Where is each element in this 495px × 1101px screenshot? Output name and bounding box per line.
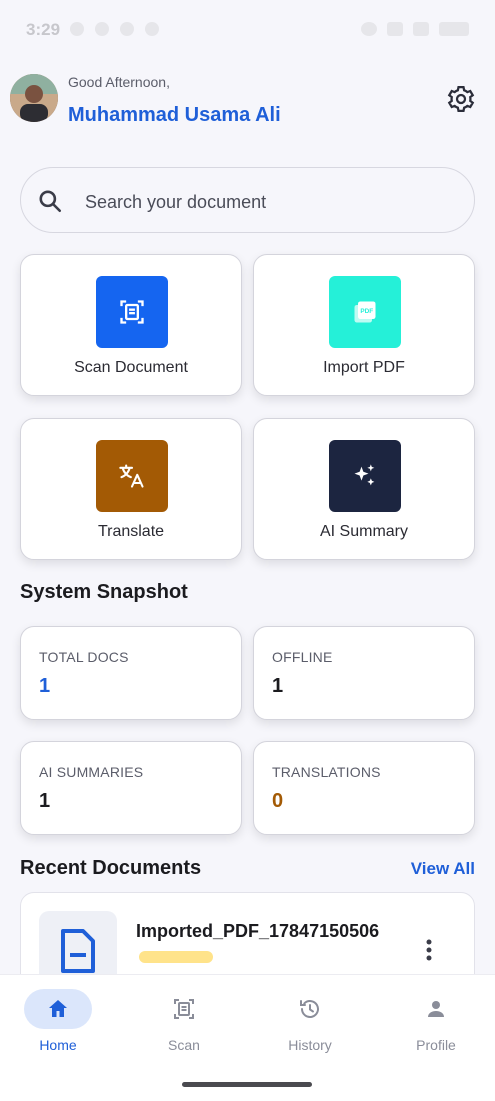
stat-label: TRANSLATIONS <box>272 764 381 780</box>
avatar[interactable] <box>10 74 58 122</box>
nav-item-history[interactable]: History <box>260 989 360 1059</box>
scan-document-button[interactable]: Scan Document <box>20 254 242 396</box>
more-vert-icon[interactable] <box>421 937 437 967</box>
user-name: Muhammad Usama Ali <box>68 104 281 126</box>
stat-value: 1 <box>39 790 51 812</box>
nav-item-home[interactable]: Home <box>8 989 108 1059</box>
search-input[interactable] <box>83 182 457 222</box>
greeting-text: Good Afternoon, <box>68 74 170 90</box>
home-icon <box>49 1000 67 1017</box>
nav-label-home: Home <box>39 1037 77 1053</box>
home-indicator <box>182 1082 312 1087</box>
scan-document-label: Scan Document <box>74 359 188 376</box>
stat-card-offline: OFFLINE 1 <box>253 626 475 720</box>
translate-icon <box>96 440 168 512</box>
history-icon <box>300 1000 319 1018</box>
scan-icon <box>174 999 194 1019</box>
import-pdf-button[interactable]: PDF Import PDF <box>253 254 475 396</box>
scan-document-icon <box>96 276 168 348</box>
status-time: 3:29 <box>26 20 61 39</box>
stat-value: 0 <box>272 790 284 812</box>
sparkles-icon <box>329 440 401 512</box>
translate-label: Translate <box>97 523 165 540</box>
profile-icon <box>428 1001 444 1017</box>
document-badge <box>139 951 213 963</box>
view-all-link[interactable]: View All <box>411 859 475 879</box>
stat-card-total-docs: TOTAL DOCS 1 <box>20 626 242 720</box>
search-bar[interactable] <box>20 167 475 233</box>
nav-item-scan[interactable]: Scan <box>134 989 234 1059</box>
stat-label: TOTAL DOCS <box>39 649 129 665</box>
ai-summary-button[interactable]: AI Summary <box>253 418 475 560</box>
stat-label: AI SUMMARIES <box>39 764 144 780</box>
svg-text:PDF: PDF <box>360 308 373 315</box>
nav-label-profile: Profile <box>416 1037 456 1053</box>
ai-summary-label: AI Summary <box>319 523 408 540</box>
notification-icons <box>70 22 170 41</box>
stat-card-translations: TRANSLATIONS 0 <box>253 741 475 835</box>
nav-label-scan: Scan <box>168 1037 200 1053</box>
snapshot-title: System Snapshot <box>20 581 188 603</box>
status-bar: 3:29 <box>0 0 495 60</box>
search-icon <box>37 188 63 214</box>
stat-value: 1 <box>39 675 51 697</box>
gear-icon[interactable] <box>446 84 476 114</box>
document-name: Imported_PDF_17847150506 <box>136 921 380 941</box>
stat-card-ai-summaries: AI SUMMARIES 1 <box>20 741 242 835</box>
nav-label-history: History <box>288 1037 332 1053</box>
pdf-icon: PDF <box>329 276 401 348</box>
recent-documents-title: Recent Documents <box>20 857 202 879</box>
system-icons <box>351 22 469 41</box>
translate-button[interactable]: Translate <box>20 418 242 560</box>
import-pdf-label: Import PDF <box>323 359 405 376</box>
stat-label: OFFLINE <box>272 649 333 665</box>
stat-value: 1 <box>272 675 284 697</box>
nav-item-profile[interactable]: Profile <box>386 989 486 1059</box>
